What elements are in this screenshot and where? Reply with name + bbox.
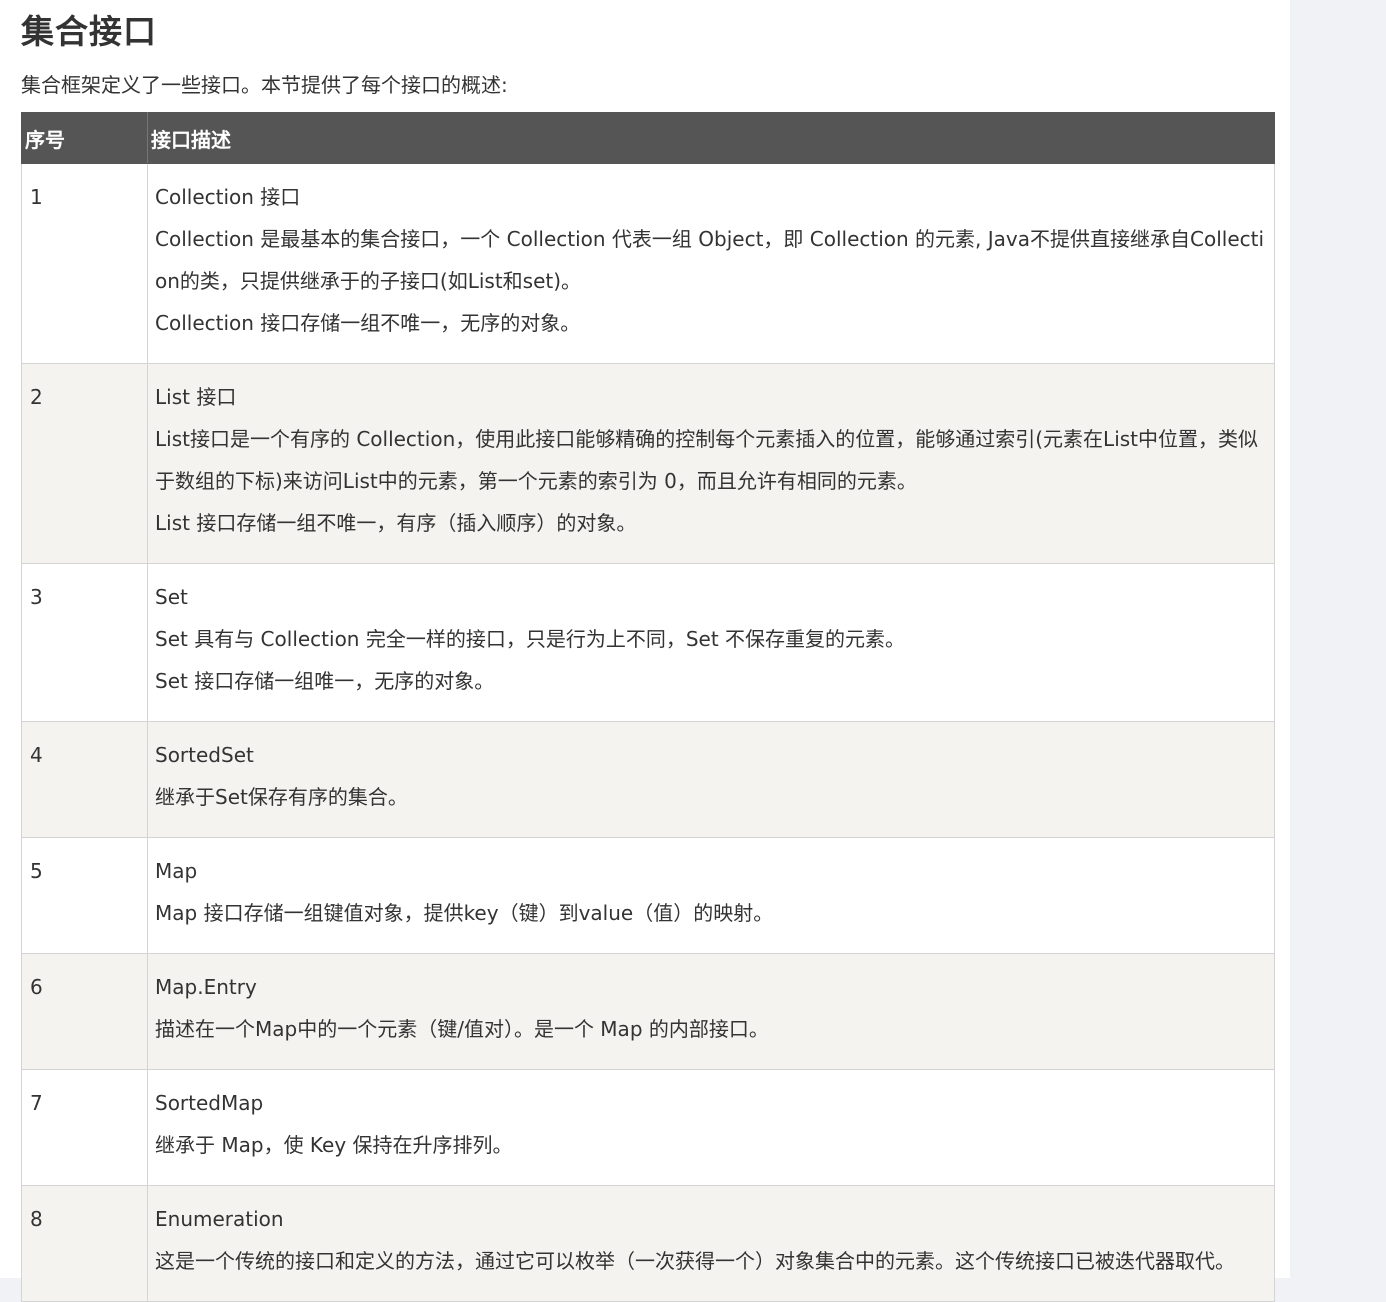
interface-name: Enumeration [155,1207,284,1231]
header-number: 序号 [21,112,148,164]
interface-name: Map.Entry [155,975,257,999]
description-line: 这是一个传统的接口和定义的方法，通过它可以枚举（一次获得一个）对象集合中的元素。… [155,1249,1235,1273]
table-row: 4 SortedSet 继承于Set保存有序的集合。 [21,721,1275,838]
row-number: 2 [21,363,148,564]
row-number: 8 [21,1185,148,1302]
article-content: 集合接口 集合框架定义了一些接口。本节提供了每个接口的概述: 序号 接口描述 1… [0,0,1290,1302]
row-number: 4 [21,721,148,838]
row-description: Collection 接口 Collection 是最基本的集合接口，一个 Co… [147,163,1275,364]
row-number: 7 [21,1069,148,1186]
table-row: 5 Map Map 接口存储一组键值对象，提供key（键）到value（值）的映… [21,837,1275,954]
table-row: 6 Map.Entry 描述在一个Map中的一个元素（键/值对）。是一个 Map… [21,953,1275,1070]
row-description: Enumeration 这是一个传统的接口和定义的方法，通过它可以枚举（一次获得… [147,1185,1275,1302]
interface-name: Map [155,859,198,883]
row-description: Map Map 接口存储一组键值对象，提供key（键）到value（值）的映射。 [147,837,1275,954]
row-number: 5 [21,837,148,954]
page-title: 集合接口 [21,12,157,51]
interface-table: 序号 接口描述 1 Collection 接口 Collection 是最基本的… [21,112,1275,1302]
description-line: 继承于 Map，使 Key 保持在升序排列。 [155,1133,513,1157]
interface-name: SortedMap [155,1091,264,1115]
table-header-row: 序号 接口描述 [21,112,1275,164]
table-row: 1 Collection 接口 Collection 是最基本的集合接口，一个 … [21,163,1275,364]
interface-name: Collection 接口 [155,185,301,209]
interface-name: List 接口 [155,385,237,409]
table-row: 2 List 接口 List接口是一个有序的 Collection，使用此接口能… [21,363,1275,564]
table-row: 3 Set Set 具有与 Collection 完全一样的接口，只是行为上不同… [21,563,1275,722]
description-line: 描述在一个Map中的一个元素（键/值对）。是一个 Map 的内部接口。 [155,1017,769,1041]
row-number: 6 [21,953,148,1070]
description-line: Collection 是最基本的集合接口，一个 Collection 代表一组 … [155,227,1265,293]
row-number: 3 [21,563,148,722]
table-row: 7 SortedMap 继承于 Map，使 Key 保持在升序排列。 [21,1069,1275,1186]
description-line: Collection 接口存储一组不唯一，无序的对象。 [155,311,581,335]
row-description: Set Set 具有与 Collection 完全一样的接口，只是行为上不同，S… [147,563,1275,722]
header-description: 接口描述 [147,112,1275,164]
interface-name: SortedSet [155,743,254,767]
description-line: Set 接口存储一组唯一，无序的对象。 [155,669,495,693]
row-description: SortedMap 继承于 Map，使 Key 保持在升序排列。 [147,1069,1275,1186]
row-number: 1 [21,163,148,364]
table-row: 8 Enumeration 这是一个传统的接口和定义的方法，通过它可以枚举（一次… [21,1185,1275,1302]
description-line: Map 接口存储一组键值对象，提供key（键）到value（值）的映射。 [155,901,774,925]
row-description: List 接口 List接口是一个有序的 Collection，使用此接口能够精… [147,363,1275,564]
description-line: List接口是一个有序的 Collection，使用此接口能够精确的控制每个元素… [155,427,1259,493]
row-description: Map.Entry 描述在一个Map中的一个元素（键/值对）。是一个 Map 的… [147,953,1275,1070]
table-header: 序号 接口描述 [21,112,1275,164]
description-line: 继承于Set保存有序的集合。 [155,785,408,809]
row-description: SortedSet 继承于Set保存有序的集合。 [147,721,1275,838]
description-line: Set 具有与 Collection 完全一样的接口，只是行为上不同，Set 不… [155,627,906,651]
intro-paragraph: 集合框架定义了一些接口。本节提供了每个接口的概述: [21,73,508,97]
description-line: List 接口存储一组不唯一，有序（插入顺序）的对象。 [155,511,637,535]
table-body: 1 Collection 接口 Collection 是最基本的集合接口，一个 … [21,163,1275,1302]
interface-name: Set [155,585,188,609]
